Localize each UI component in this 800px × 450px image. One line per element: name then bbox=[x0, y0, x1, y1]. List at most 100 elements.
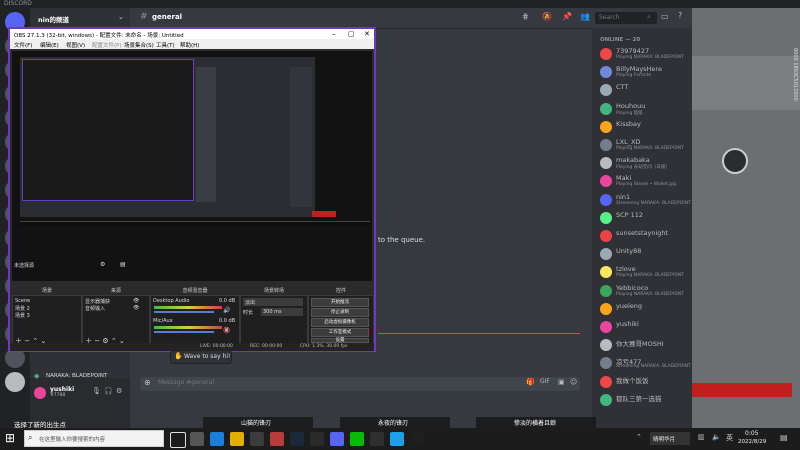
steam-icon[interactable] bbox=[290, 432, 304, 446]
volume-icon[interactable]: 🔈 bbox=[712, 433, 721, 441]
bell-icon[interactable]: 🔕 bbox=[542, 12, 552, 21]
avatar[interactable] bbox=[600, 230, 612, 242]
threads-icon[interactable]: ⋕ bbox=[522, 12, 529, 21]
settings-gear-icon[interactable]: ⚙ bbox=[116, 387, 122, 395]
member-list-item[interactable]: Yebbicoco Playing NARAKA: BLADEPOINT bbox=[600, 284, 690, 301]
avatar[interactable] bbox=[600, 375, 612, 388]
tray-up-icon[interactable]: ⌃ bbox=[636, 433, 642, 441]
avatar[interactable] bbox=[600, 66, 612, 79]
sticker-icon[interactable]: ▣ bbox=[558, 378, 565, 386]
minimize-icon[interactable]: – bbox=[332, 30, 336, 38]
member-list-item[interactable]: makabaka Playing 永劫无间（日服） bbox=[600, 156, 690, 173]
virtual-camera-button[interactable]: 启动虚拟摄像机 bbox=[311, 318, 369, 327]
member-list-item[interactable]: LXL_XD Playing NARAKA: BLADEPOINT bbox=[600, 138, 690, 155]
member-list-item[interactable]: 都队三第一选猫 bbox=[600, 393, 690, 410]
app-icon[interactable] bbox=[310, 432, 324, 446]
app-icon[interactable] bbox=[410, 432, 424, 446]
discord-taskbar-icon[interactable] bbox=[330, 432, 344, 446]
duration-input[interactable]: 300 ms bbox=[261, 308, 303, 316]
source-item[interactable]: 显示器捕获 bbox=[85, 298, 110, 305]
edge-icon[interactable] bbox=[210, 432, 224, 446]
user-avatar[interactable] bbox=[5, 372, 25, 392]
mute-icon[interactable]: 🔇 bbox=[223, 327, 230, 334]
app-icon[interactable] bbox=[390, 432, 404, 446]
speaker-icon[interactable]: 🔊 bbox=[223, 307, 230, 314]
scene-item[interactable]: 场景 3 bbox=[15, 312, 30, 319]
avatar[interactable] bbox=[600, 175, 612, 188]
avatar[interactable] bbox=[600, 211, 612, 224]
member-list-item[interactable]: SCP 112 bbox=[600, 211, 690, 228]
app-icon[interactable] bbox=[270, 432, 284, 446]
avatar[interactable] bbox=[600, 248, 612, 261]
member-list-item[interactable]: 你大赛哥MOSHI bbox=[600, 339, 690, 355]
member-list-item[interactable]: Houhouu Playing 超级 bbox=[600, 102, 690, 119]
tray-status[interactable]: 晴明华月 bbox=[650, 432, 690, 445]
help-icon[interactable]: ? bbox=[678, 11, 682, 20]
transition-select[interactable]: 淡出 bbox=[243, 298, 303, 306]
store-icon[interactable] bbox=[250, 432, 264, 446]
avatar[interactable] bbox=[600, 302, 612, 315]
chevron-down-icon[interactable]: ⌄ bbox=[118, 13, 124, 21]
network-icon[interactable]: ▥ bbox=[698, 433, 705, 441]
avatar[interactable] bbox=[600, 357, 612, 370]
avatar[interactable] bbox=[600, 193, 612, 206]
stop-recording-button[interactable]: 停止录制 bbox=[311, 308, 369, 317]
menu-file[interactable]: 文件(F) bbox=[14, 41, 32, 49]
member-list-item[interactable]: 我做个饭饭 bbox=[600, 375, 690, 392]
eye-icon[interactable]: 👁 bbox=[133, 305, 139, 311]
member-list-item[interactable]: nin1 Streaming NARAKA: BLADEPOINT bbox=[600, 193, 691, 210]
volume-slider[interactable] bbox=[154, 331, 214, 333]
member-list-item[interactable]: sunsetstaynight bbox=[600, 229, 690, 246]
gif-icon[interactable]: GIF bbox=[540, 378, 550, 385]
member-list-item[interactable]: 凉亏477 Streaming NARAKA: BLADEPOINT bbox=[600, 357, 691, 373]
avatar[interactable] bbox=[600, 84, 612, 97]
avatar[interactable] bbox=[34, 387, 46, 399]
volume-slider[interactable] bbox=[154, 311, 214, 313]
input-language[interactable]: 英 bbox=[726, 433, 733, 443]
cortana-icon[interactable] bbox=[170, 432, 186, 448]
studio-mode-button[interactable]: 工作室模式 bbox=[311, 328, 369, 337]
member-list-item[interactable]: CTT bbox=[600, 83, 690, 100]
member-list-item[interactable]: 73979427 Playing NARAKA: BLADEPOINT bbox=[600, 47, 690, 64]
server-header[interactable]: nin的频道 ⌄ bbox=[30, 8, 130, 29]
maximize-icon[interactable]: ▢ bbox=[348, 30, 355, 38]
gift-icon[interactable]: 🎁 bbox=[526, 378, 535, 386]
member-list-item[interactable]: Maki Playing Steam • Wallet.jpg bbox=[600, 174, 690, 191]
close-icon[interactable]: ✕ bbox=[364, 30, 370, 38]
message-composer[interactable]: ⊕ Message #general 🎁 GIF ▣ ☺ bbox=[140, 377, 580, 391]
task-view-icon[interactable] bbox=[190, 432, 204, 446]
member-list-item[interactable]: tzlove Playing NARAKA: BLADEPOINT bbox=[600, 265, 690, 282]
members-icon[interactable]: 👥 bbox=[580, 12, 590, 21]
inbox-icon[interactable]: ▭ bbox=[661, 12, 669, 21]
member-list-item[interactable]: yueleng bbox=[600, 302, 690, 319]
avatar[interactable] bbox=[600, 139, 612, 151]
avatar[interactable] bbox=[600, 284, 612, 297]
member-list-item[interactable]: BillyMaysHere Playing Fortnite bbox=[600, 65, 690, 82]
wave-prompt[interactable]: ✋ Wave to say hi! bbox=[170, 350, 232, 364]
search-input[interactable]: Search ⌕ bbox=[595, 12, 657, 24]
scene-item[interactable]: 场景 2 bbox=[15, 305, 30, 312]
menu-scene-collection[interactable]: 场景集合(S) bbox=[124, 41, 154, 49]
clock-time[interactable]: 0:05 bbox=[745, 430, 758, 437]
pin-icon[interactable]: 📌 bbox=[562, 12, 572, 21]
avatar[interactable] bbox=[600, 48, 612, 60]
avatar[interactable] bbox=[600, 157, 612, 170]
member-list-item[interactable]: Unity88 bbox=[600, 247, 690, 264]
add-attachment-icon[interactable]: ⊕ bbox=[144, 378, 151, 387]
windows-start-icon[interactable]: ⊞ bbox=[5, 431, 15, 445]
avatar[interactable] bbox=[600, 339, 612, 352]
eye-icon[interactable]: 👁 bbox=[133, 298, 139, 304]
menu-profile[interactable]: 配置文件(P) bbox=[92, 41, 122, 49]
taskbar-search-input[interactable]: ⌕ 在这里输入你要搜索的内容 bbox=[24, 430, 164, 447]
properties-icon[interactable]: ⚙ bbox=[100, 261, 105, 268]
menu-tools[interactable]: 工具(T) bbox=[156, 41, 175, 49]
source-item[interactable]: 音频输入 bbox=[85, 305, 105, 312]
clock-date[interactable]: 2022/8/29 bbox=[738, 439, 766, 445]
scene-item[interactable]: Scene bbox=[15, 298, 30, 304]
avatar[interactable] bbox=[600, 120, 612, 133]
headphones-icon[interactable]: 🎧 bbox=[104, 387, 113, 395]
avatar[interactable] bbox=[600, 393, 612, 406]
obs-taskbar-icon[interactable] bbox=[370, 432, 384, 446]
obs-preview-canvas[interactable] bbox=[12, 51, 372, 281]
member-list-item[interactable]: Kissbay bbox=[600, 120, 690, 137]
